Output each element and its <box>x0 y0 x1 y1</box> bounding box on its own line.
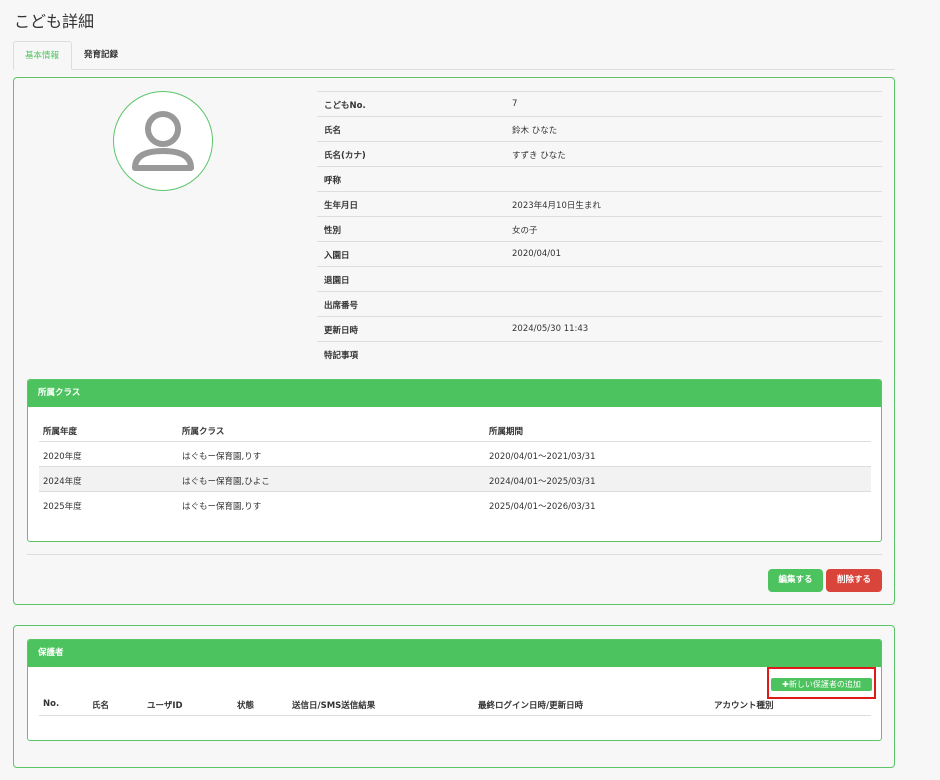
child-info-table: こどもNo. 7 氏名 鈴木 ひなた 氏名(カナ) すずき ひなた 呼称 生年月… <box>317 91 882 366</box>
info-row-gender: 性別 女の子 <box>317 216 882 241</box>
info-label: 性別 <box>324 226 342 236</box>
info-value: 2023年4月10日生まれ <box>512 201 601 211</box>
table-cell: 2024年度 <box>43 477 82 487</box>
info-row-enrollment-date: 入園日 2020/04/01 <box>317 241 882 266</box>
table-row: 2020年度 はぐもー保育園,りす 2020/04/01～2021/03/31 <box>39 442 871 467</box>
info-row-attendance-no: 出席番号 <box>317 291 882 316</box>
info-value: 女の子 <box>512 226 538 236</box>
info-row-name-kana: 氏名(カナ) すずき ひなた <box>317 141 882 166</box>
table-cell: はぐもー保育園,りす <box>182 452 262 462</box>
column-header: 状態 <box>237 701 255 711</box>
info-row-birthdate: 生年月日 2023年4月10日生まれ <box>317 191 882 216</box>
guardian-panel-title: 保護者 <box>28 640 881 667</box>
info-label: 退園日 <box>324 276 350 286</box>
info-label: 生年月日 <box>324 201 359 211</box>
child-detail-panel: こどもNo. 7 氏名 鈴木 ひなた 氏名(カナ) すずき ひなた 呼称 生年月… <box>13 77 895 605</box>
info-label: 氏名(カナ) <box>324 151 366 161</box>
info-label: 氏名 <box>324 126 342 136</box>
info-label: 入園日 <box>324 251 350 261</box>
column-header: 所属クラス <box>182 427 225 437</box>
column-header: 最終ログイン日時/更新日時 <box>478 701 584 711</box>
info-row-name: 氏名 鈴木 ひなた <box>317 116 882 141</box>
class-panel-title: 所属クラス <box>28 380 881 407</box>
table-cell: 2020/04/01～2021/03/31 <box>489 452 596 462</box>
table-cell: 2025/04/01～2026/03/31 <box>489 502 596 512</box>
info-value: すずき ひなた <box>512 151 566 161</box>
info-label: 特記事項 <box>324 351 359 361</box>
table-header: 所属年度 所属クラス 所属期間 <box>39 420 871 442</box>
info-value: 2020/04/01 <box>512 249 561 259</box>
table-cell: 2024/04/01～2025/03/31 <box>489 477 596 487</box>
guardian-table-header: No. 氏名 ユーザID 状態 送信日/SMS送信結果 最終ログイン日時/更新日… <box>39 694 871 716</box>
table-cell: 2020年度 <box>43 452 82 462</box>
info-value: 2024/05/30 11:43 <box>512 324 589 334</box>
delete-button[interactable]: 削除する <box>826 569 882 592</box>
info-row-updated-at: 更新日時 2024/05/30 11:43 <box>317 316 882 341</box>
info-row-nickname: 呼称 <box>317 166 882 191</box>
column-header: アカウント種別 <box>714 701 774 711</box>
table-cell: はぐもー保育園,ひよこ <box>182 477 270 487</box>
column-header: 所属期間 <box>489 427 524 437</box>
tab-bar: 基本情報 発育記録 <box>13 41 895 70</box>
info-value: 7 <box>512 99 518 109</box>
class-panel: 所属クラス 所属年度 所属クラス 所属期間 2020年度 はぐもー保育園,りす … <box>27 379 882 542</box>
info-row-child-no: こどもNo. 7 <box>317 91 882 116</box>
column-header: No. <box>43 699 60 709</box>
tab-basic-info[interactable]: 基本情報 <box>13 41 72 70</box>
column-header: 送信日/SMS送信結果 <box>292 701 376 711</box>
info-row-withdrawal-date: 退園日 <box>317 266 882 291</box>
page-title: こども詳細 <box>14 12 95 31</box>
tab-growth-record[interactable]: 発育記録 <box>73 41 129 70</box>
column-header: 氏名 <box>92 701 110 711</box>
info-label: 呼称 <box>324 176 342 186</box>
guardian-section: 保護者 ✚新しい保護者の追加 No. 氏名 ユーザID 状態 送信日/SMS送信… <box>13 625 895 768</box>
info-label: 更新日時 <box>324 326 359 336</box>
class-table: 所属年度 所属クラス 所属期間 2020年度 はぐもー保育園,りす 2020/0… <box>39 420 871 517</box>
person-icon <box>132 111 194 171</box>
table-row: 2024年度 はぐもー保育園,ひよこ 2024/04/01～2025/03/31 <box>39 467 871 492</box>
table-row: 2025年度 はぐもー保育園,りす 2025/04/01～2026/03/31 <box>39 492 871 517</box>
column-header: ユーザID <box>147 701 183 711</box>
add-guardian-button[interactable]: ✚新しい保護者の追加 <box>771 678 872 691</box>
table-cell: はぐもー保育園,りす <box>182 502 262 512</box>
info-value: 鈴木 ひなた <box>512 126 558 136</box>
divider <box>27 554 882 555</box>
info-label: こどもNo. <box>324 101 366 111</box>
info-row-notes: 特記事項 <box>317 341 882 366</box>
avatar <box>113 91 213 191</box>
table-cell: 2025年度 <box>43 502 82 512</box>
column-header: 所属年度 <box>43 427 78 437</box>
guardian-panel: 保護者 ✚新しい保護者の追加 No. 氏名 ユーザID 状態 送信日/SMS送信… <box>27 639 882 741</box>
edit-button[interactable]: 編集する <box>768 569 823 592</box>
info-label: 出席番号 <box>324 301 359 311</box>
